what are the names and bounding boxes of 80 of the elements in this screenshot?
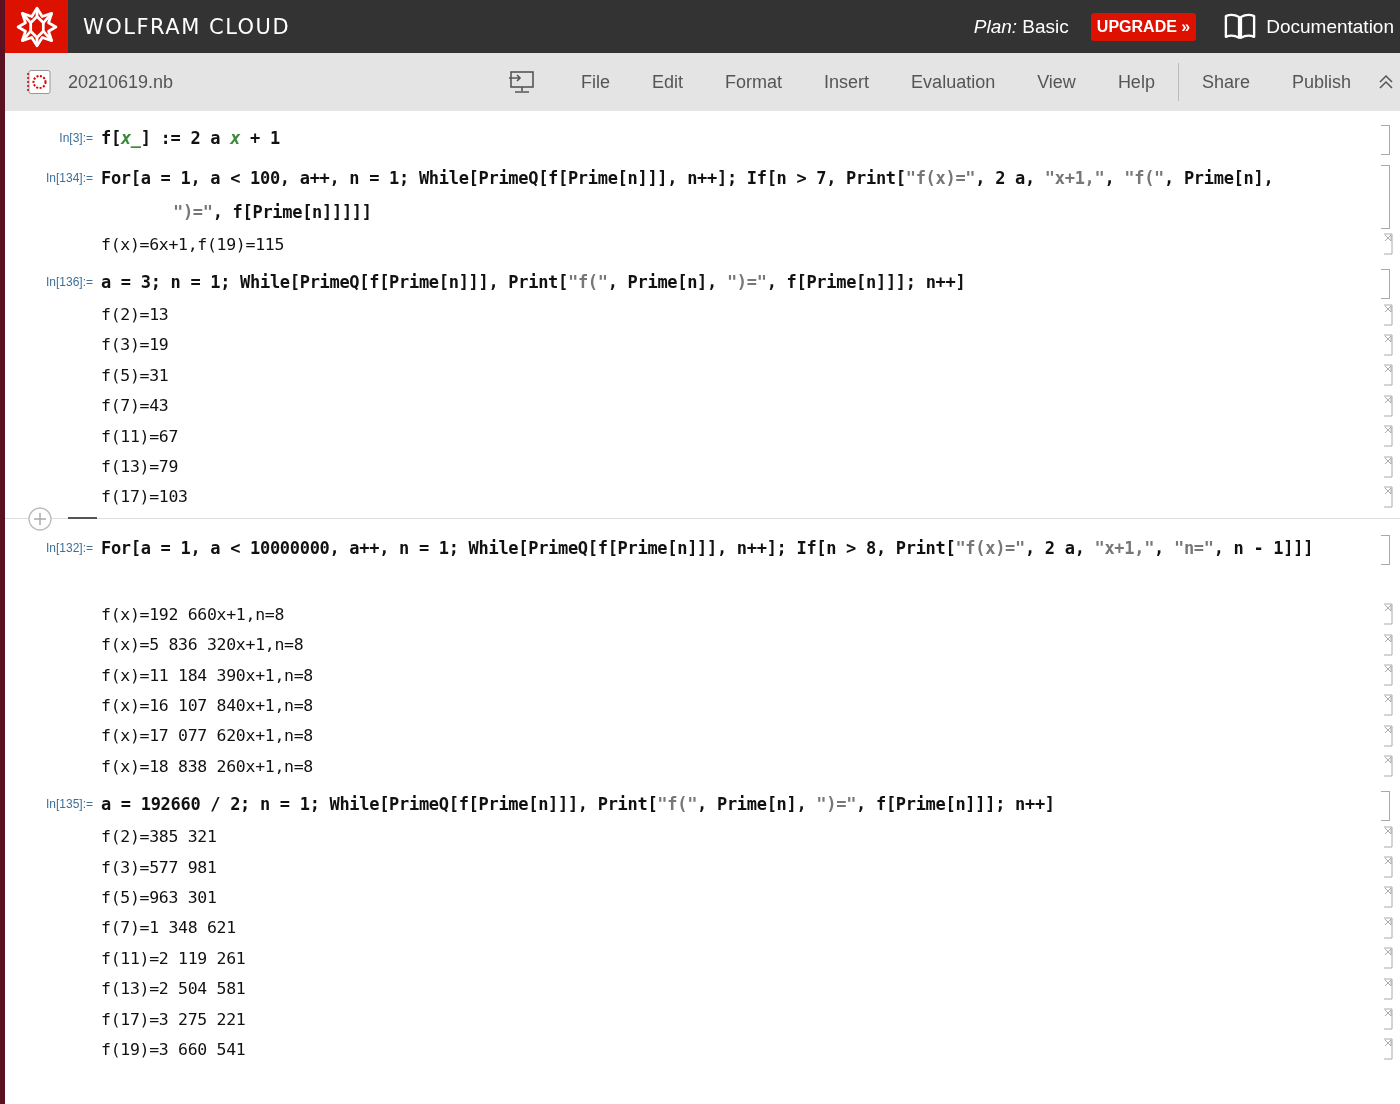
output-bracket-icon[interactable]: [1382, 1036, 1396, 1063]
notebook-icon: [26, 69, 52, 95]
input-cell-bracket[interactable]: [1381, 791, 1390, 822]
output-bracket-icon[interactable]: [1382, 692, 1396, 719]
output-bracket-icon[interactable]: [1382, 601, 1396, 628]
input-cell-bracket[interactable]: [1381, 535, 1390, 566]
logo-tile[interactable]: [5, 0, 68, 53]
input-cell-bracket[interactable]: [1381, 165, 1390, 229]
input-code[interactable]: a = 3; n = 1; While[PrimeQ[f[Prime[n]]], Print["f(", Prime[n], ")=", f[Prime[n]]]; n++]: [101, 265, 1381, 300]
input-label: In[132]:=: [44, 540, 94, 556]
output-text: f(x)=192 660x+1,n=8: [101, 604, 286, 624]
input-label: In[136]:=: [44, 274, 94, 290]
output-text: f(17)=103: [101, 487, 189, 507]
output-text: f(x)=16 107 840x+1,n=8: [101, 696, 314, 715]
output-bracket-icon[interactable]: [1382, 231, 1396, 258]
output-text: f(x)=18 838 260x+1,n=8: [101, 756, 314, 776]
output-bracket-icon[interactable]: [1382, 914, 1396, 941]
output-bracket-icon[interactable]: [1382, 823, 1396, 850]
output-text: f(5)=963 301: [101, 887, 218, 907]
output-bracket-icon[interactable]: [1382, 423, 1396, 450]
input-code[interactable]: f[x_] := 2 a x + 1: [101, 121, 1381, 155]
output-text: f(7)=43: [101, 396, 170, 416]
output-bracket-icon[interactable]: [1382, 753, 1396, 780]
output-bracket-icon[interactable]: [1382, 453, 1396, 480]
menu-item[interactable]: Help: [1117, 71, 1155, 93]
output-bracket-icon[interactable]: [1382, 1006, 1396, 1032]
input-cell-bracket[interactable]: [1381, 269, 1390, 300]
output-text: f(x)=5 836 320x+1,n=8: [101, 635, 305, 655]
menu-item[interactable]: Insert: [824, 71, 870, 93]
output-bracket-icon[interactable]: [1382, 975, 1396, 1002]
output-text: f(11)=2 119 261: [101, 948, 247, 968]
brand-title: WOLFRAM CLOUD: [83, 14, 291, 39]
documentation-link[interactable]: Documentation: [1266, 15, 1394, 38]
output-text: f(13)=2 504 581: [101, 979, 247, 999]
plan-label: Plan: Basic: [973, 15, 1069, 38]
output-text: f(19)=3 660 541: [101, 1039, 247, 1059]
menu-item[interactable]: Edit: [652, 71, 684, 93]
output-text: f(x)=17 077 620x+1,n=8: [101, 726, 314, 746]
star-logo-icon: [15, 5, 58, 48]
output-bracket-icon[interactable]: [1382, 945, 1396, 972]
output-text: f(2)=13: [101, 305, 170, 325]
output-text: f(11)=67: [101, 426, 180, 446]
menu-item[interactable]: Evaluation: [911, 71, 996, 93]
menu-item[interactable]: File: [581, 71, 611, 93]
menu-item[interactable]: Format: [725, 71, 783, 93]
output-text: f(x)=6x+1,f(19)=115: [101, 234, 286, 254]
output-text: f(5)=31: [101, 365, 170, 385]
toolbar-action[interactable]: Publish: [1291, 71, 1351, 93]
menu-item[interactable]: View: [1037, 71, 1076, 93]
toolbar-action[interactable]: Share: [1201, 71, 1250, 93]
output-bracket-icon[interactable]: [1382, 631, 1396, 658]
output-bracket-icon[interactable]: [1382, 392, 1396, 419]
output-bracket-icon[interactable]: [1382, 722, 1396, 749]
notebook-filename[interactable]: 20210619.nb: [68, 71, 174, 93]
input-label: In[134]:=: [44, 170, 94, 185]
output-bracket-icon[interactable]: [1382, 483, 1396, 510]
output-text: f(3)=19: [101, 335, 170, 355]
input-code[interactable]: a = 192660 / 2; n = 1; While[PrimeQ[f[Prime[n]]], Print["f(", Prime[n], ")=", f[Prime[n]]]; n++]: [101, 787, 1381, 822]
input-code[interactable]: For[a = 1, a < 10000000, a++, n = 1; While[PrimeQ[f[Prime[n]]], n++]; If[n > 8, Print["f(x)=", 2 a, "x+1,", "n=", n - 1]]]: [101, 531, 1381, 566]
input-cell-bracket[interactable]: [1381, 125, 1390, 155]
presenter-icon[interactable]: [508, 70, 536, 94]
output-bracket-icon[interactable]: [1382, 854, 1396, 881]
output-text: f(3)=577 981: [101, 857, 218, 877]
insertion-cursor: [68, 517, 97, 520]
chevron-up-icon[interactable]: [1378, 74, 1394, 90]
output-text: f(13)=79: [101, 457, 180, 477]
add-cell-icon[interactable]: [28, 507, 52, 532]
output-text: f(7)=1 348 621: [101, 918, 237, 938]
output-text: f(x)=11 184 390x+1,n=8: [101, 665, 314, 685]
input-label: In[135]:=: [44, 796, 94, 812]
output-bracket-icon[interactable]: [1382, 662, 1396, 689]
upgrade-button[interactable]: UPGRADE »: [1090, 12, 1197, 41]
output-bracket-icon[interactable]: [1382, 362, 1396, 389]
output-bracket-icon[interactable]: [1382, 884, 1396, 911]
output-text: f(17)=3 275 221: [101, 1009, 247, 1029]
book-icon[interactable]: [1224, 13, 1257, 40]
output-bracket-icon[interactable]: [1382, 301, 1396, 328]
input-label: In[3]:=: [58, 130, 94, 145]
output-text: f(2)=385 321: [101, 827, 218, 847]
output-bracket-icon[interactable]: [1382, 331, 1396, 358]
